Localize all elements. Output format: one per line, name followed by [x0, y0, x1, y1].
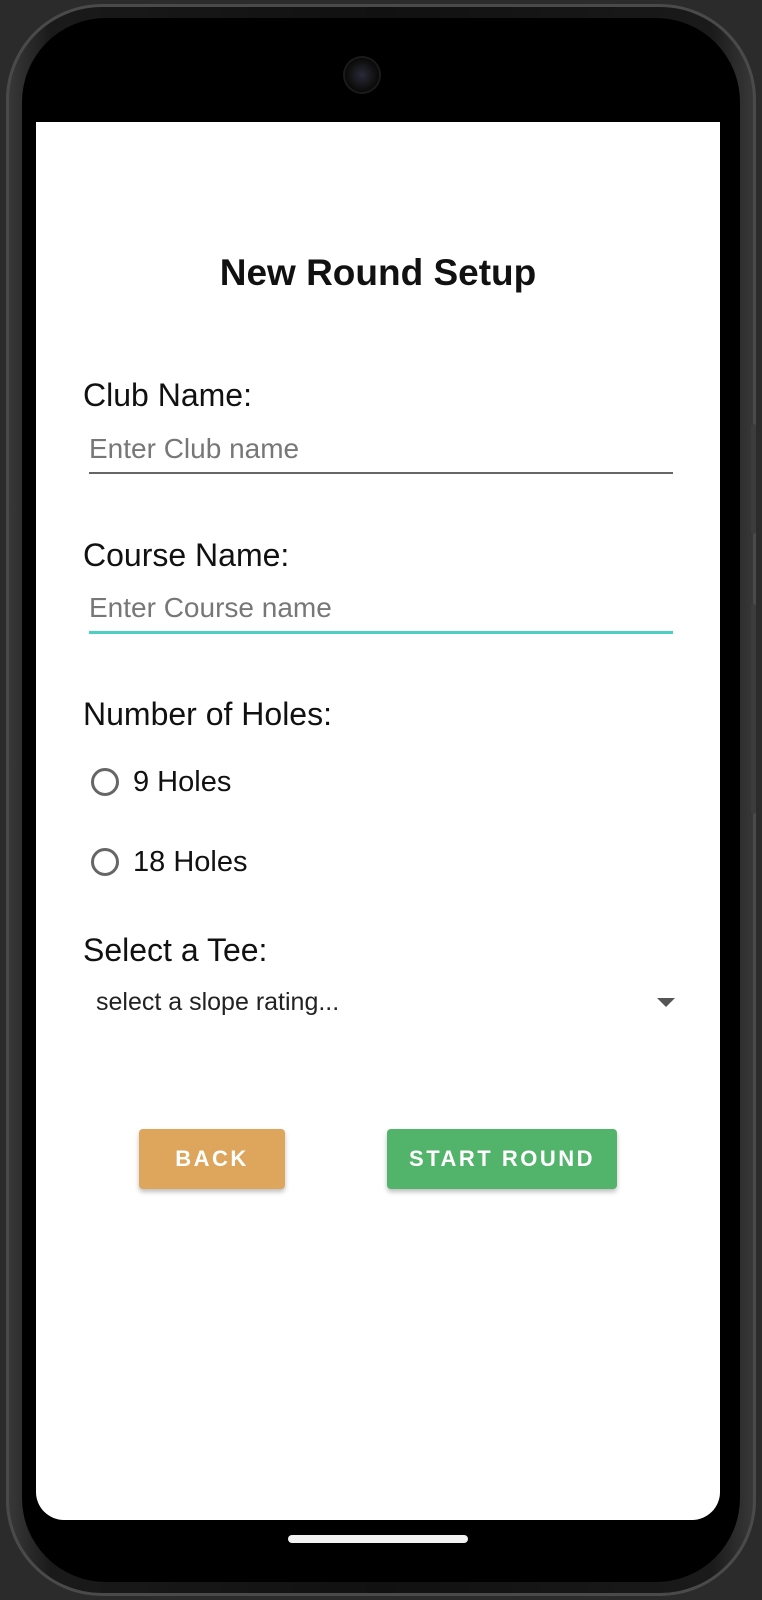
- course-name-label: Course Name:: [83, 537, 290, 573]
- holes-label: Number of Holes:: [83, 696, 332, 732]
- start-round-button[interactable]: START ROUND: [387, 1129, 617, 1189]
- front-camera: [345, 58, 379, 92]
- radio-18-holes[interactable]: 18 Holes: [91, 842, 247, 882]
- course-name-input[interactable]: [89, 585, 673, 634]
- app-screen: New Round Setup Club Name: Course Name: …: [36, 122, 720, 1520]
- tee-label: Select a Tee:: [83, 932, 268, 968]
- radio-circle-icon[interactable]: [91, 848, 119, 876]
- club-name-input[interactable]: [89, 426, 673, 474]
- tee-select[interactable]: select a slope rating...: [89, 974, 679, 1030]
- caret-down-icon: [657, 997, 675, 1007]
- radio-9-holes-label: 9 Holes: [133, 765, 232, 798]
- tee-select-value: select a slope rating...: [96, 987, 340, 1016]
- home-indicator[interactable]: [288, 1535, 468, 1543]
- power-button: [751, 604, 756, 814]
- volume-button: [751, 424, 756, 534]
- back-button[interactable]: BACK: [139, 1129, 285, 1189]
- page-title: New Round Setup: [219, 252, 537, 293]
- club-name-label: Club Name:: [83, 377, 252, 413]
- radio-9-holes[interactable]: 9 Holes: [91, 762, 231, 802]
- radio-18-holes-label: 18 Holes: [133, 845, 248, 878]
- radio-circle-icon[interactable]: [91, 768, 119, 796]
